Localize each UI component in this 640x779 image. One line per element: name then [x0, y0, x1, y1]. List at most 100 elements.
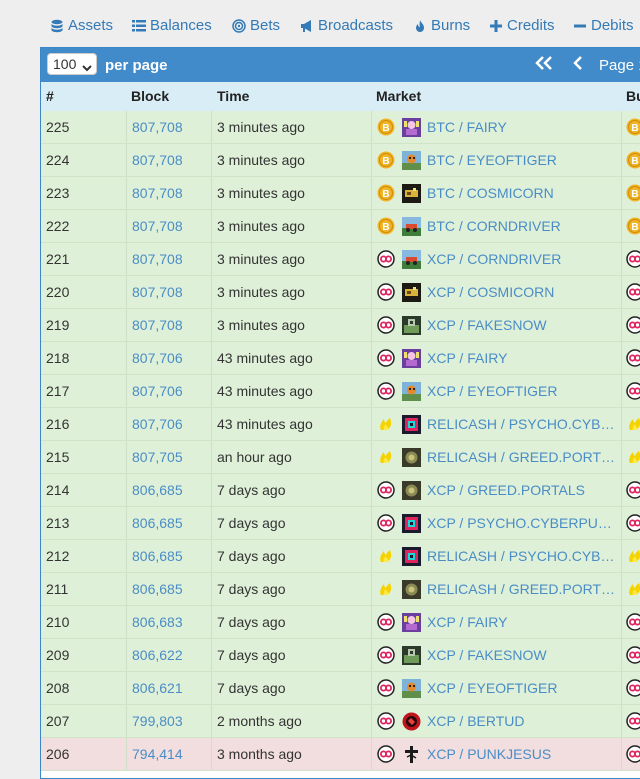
block-link[interactable]: 806,621	[126, 672, 211, 704]
table-row[interactable]: 223807,7083 minutes agoBBTC / COSMICORNB	[41, 177, 640, 210]
market-link[interactable]: XCP / GREED.PORTALS	[427, 474, 617, 506]
cosmicorn-asset-icon	[402, 283, 421, 302]
xcp-coin-icon	[626, 745, 640, 763]
market-link[interactable]: BTC / FAIRY	[427, 111, 617, 143]
block-link[interactable]: 807,705	[126, 441, 211, 473]
table-row[interactable]: 216807,70643 minutes agoRELICASH / PSYCH…	[41, 408, 640, 441]
block-link[interactable]: 806,685	[126, 573, 211, 605]
xcp-coin-icon	[377, 283, 395, 301]
table-row[interactable]: 206794,4143 months agoXCP / PUNKJESUS	[41, 738, 640, 771]
table-row[interactable]: 221807,7083 minutes agoXCP / CORNDRIVER	[41, 243, 640, 276]
page-indicator: Page 1	[599, 57, 640, 74]
block-link[interactable]: 794,414	[126, 738, 211, 770]
block-link[interactable]: 806,622	[126, 639, 211, 671]
block-link[interactable]: 807,708	[126, 111, 211, 143]
table-row[interactable]: 213806,6857 days agoXCP / PSYCHO.CYBERPU…	[41, 507, 640, 540]
time-ago: 43 minutes ago	[211, 342, 371, 374]
block-link[interactable]: 807,706	[126, 342, 211, 374]
xcp-coin-icon	[626, 382, 640, 400]
time-ago: 7 days ago	[211, 573, 371, 605]
table-row[interactable]: 211806,6857 days agoRELICASH / GREED.POR…	[41, 573, 640, 606]
per-page-select[interactable]: 100	[47, 53, 97, 75]
market-link[interactable]: XCP / FAIRY	[427, 342, 617, 374]
market-link[interactable]: XCP / PUNKJESUS	[427, 738, 617, 770]
nav-balances[interactable]: Balances	[132, 17, 212, 34]
psycho-asset-icon	[402, 547, 421, 566]
market-link[interactable]: XCP / COSMICORN	[427, 276, 617, 308]
table-row[interactable]: 209806,6227 days agoXCP / FAKESNOW	[41, 639, 640, 672]
relicash-coin-icon	[626, 547, 640, 565]
col-buy-header[interactable]: Bu	[626, 88, 640, 104]
market-cell: RELICASH / GREED.PORT…	[371, 573, 621, 605]
block-link[interactable]: 806,685	[126, 507, 211, 539]
table-row[interactable]: 218807,70643 minutes agoXCP / FAIRY	[41, 342, 640, 375]
table-row[interactable]: 214806,6857 days agoXCP / GREED.PORTALS	[41, 474, 640, 507]
nav-credits[interactable]: Credits	[489, 17, 555, 34]
table-row[interactable]: 220807,7083 minutes agoXCP / COSMICORN	[41, 276, 640, 309]
market-link[interactable]: XCP / FAIRY	[427, 606, 617, 638]
buy-cell	[621, 507, 640, 539]
time-ago: 7 days ago	[211, 507, 371, 539]
btc-coin-icon: B	[377, 151, 395, 169]
fakesnow-asset-icon	[402, 316, 421, 335]
xcp-coin-icon	[377, 316, 395, 334]
block-link[interactable]: 807,706	[126, 375, 211, 407]
col-market-header[interactable]: Market	[376, 88, 421, 104]
market-cell: B BTC / EYEOFTIGER	[371, 144, 621, 176]
nav-broadcasts[interactable]: Broadcasts	[300, 17, 393, 34]
nav-assets[interactable]: Assets	[50, 17, 113, 34]
market-link[interactable]: RELICASH / GREED.PORT…	[427, 573, 617, 605]
market-cell: XCP / EYEOFTIGER	[371, 672, 621, 704]
market-link[interactable]: XCP / EYEOFTIGER	[427, 375, 617, 407]
prev-page-button[interactable]	[572, 55, 584, 74]
block-link[interactable]: 807,708	[126, 144, 211, 176]
relicash-coin-icon	[377, 448, 395, 466]
table-row[interactable]: 210806,6837 days agoXCP / FAIRY	[41, 606, 640, 639]
table-row[interactable]: 208806,6217 days agoXCP / EYEOFTIGER	[41, 672, 640, 705]
svg-text:B: B	[631, 123, 638, 134]
market-link[interactable]: RELICASH / PSYCHO.CYB…	[427, 408, 617, 440]
market-link[interactable]: XCP / CORNDRIVER	[427, 243, 617, 275]
table-row[interactable]: 219807,7083 minutes agoXCP / FAKESNOW	[41, 309, 640, 342]
block-link[interactable]: 806,685	[126, 540, 211, 572]
block-link[interactable]: 807,708	[126, 309, 211, 341]
block-link[interactable]: 806,683	[126, 606, 211, 638]
block-link[interactable]: 807,708	[126, 243, 211, 275]
market-link[interactable]: XCP / FAKESNOW	[427, 639, 617, 671]
block-link[interactable]: 807,708	[126, 177, 211, 209]
nav-burns[interactable]: Burns	[413, 17, 470, 34]
block-link[interactable]: 807,706	[126, 408, 211, 440]
block-link[interactable]: 806,685	[126, 474, 211, 506]
list-icon	[132, 19, 146, 33]
chevron-left-icon	[572, 55, 584, 71]
block-link[interactable]: 807,708	[126, 210, 211, 242]
table-row[interactable]: 212806,6857 days agoRELICASH / PSYCHO.CY…	[41, 540, 640, 573]
xcp-coin-icon	[626, 250, 640, 268]
market-link[interactable]: XCP / PSYCHO.CYBERPUNK	[427, 507, 617, 539]
market-link[interactable]: BTC / CORNDRIVER	[427, 210, 617, 242]
market-link[interactable]: XCP / BERTUD	[427, 705, 617, 737]
market-link[interactable]: XCP / FAKESNOW	[427, 309, 617, 341]
first-page-button[interactable]	[534, 55, 554, 74]
market-link[interactable]: XCP / EYEOFTIGER	[427, 672, 617, 704]
order-number: 221	[41, 243, 126, 275]
block-link[interactable]: 799,803	[126, 705, 211, 737]
table-row[interactable]: 215807,705an hour agoRELICASH / GREED.PO…	[41, 441, 640, 474]
table-row[interactable]: 224807,7083 minutes agoBBTC / EYEOFTIGER…	[41, 144, 640, 177]
col-number-header[interactable]: #	[46, 88, 54, 104]
market-link[interactable]: BTC / COSMICORN	[427, 177, 617, 209]
col-block-header[interactable]: Block	[131, 88, 169, 104]
table-row[interactable]: 217807,70643 minutes agoXCP / EYEOFTIGER	[41, 375, 640, 408]
table-row[interactable]: 207799,8032 months agoXCP / BERTUD	[41, 705, 640, 738]
market-link[interactable]: RELICASH / PSYCHO.CYB…	[427, 540, 617, 572]
nav-bets[interactable]: Bets	[232, 17, 280, 34]
table-row[interactable]: 222807,7083 minutes agoBBTC / CORNDRIVER…	[41, 210, 640, 243]
market-link[interactable]: RELICASH / GREED.PORT…	[427, 441, 617, 473]
top-nav: Assets Balances Bets Broadcasts Burns Cr…	[0, 0, 640, 50]
col-time-header[interactable]: Time	[217, 88, 249, 104]
nav-debits[interactable]: Debits	[573, 17, 634, 34]
table-row[interactable]: 225807,7083 minutes agoBBTC / FAIRYB	[41, 111, 640, 144]
greed-asset-icon	[402, 481, 421, 500]
block-link[interactable]: 807,708	[126, 276, 211, 308]
market-link[interactable]: BTC / EYEOFTIGER	[427, 144, 617, 176]
